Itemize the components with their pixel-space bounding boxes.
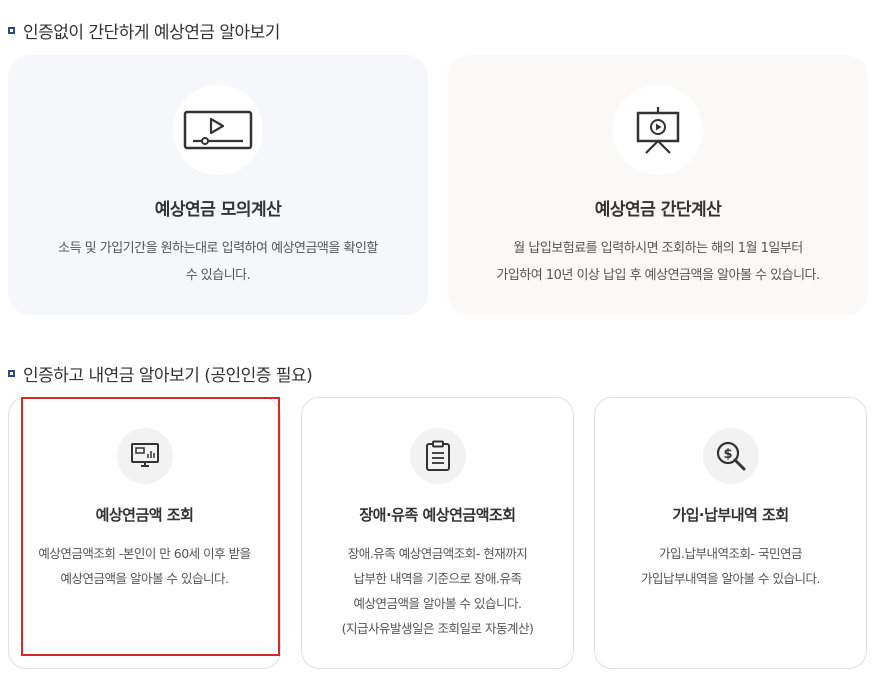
- section-title-text: 인증없이 간단하게 예상연금 알아보기: [23, 23, 280, 43]
- desc-line: 장애.유족 예상연금액조회- 현재까지: [347, 546, 528, 561]
- card-title: 예상연금 간단계산: [594, 200, 722, 220]
- desc-line: 가입납부내역을 알아볼 수 있습니다.: [641, 571, 820, 586]
- card-description: 월 납입보험료를 입력하시면 조회하는 해의 1월 1일부터 가입하여 10년 …: [468, 235, 848, 289]
- section-title-text: 인증하고 내연금 알아보기 (공인인증 필요): [23, 366, 313, 386]
- svg-text:$: $: [723, 447, 732, 462]
- card-description: 예상연금액조회 -본인이 만 60세 이후 받을 예상연금액을 알아볼 수 있습…: [21, 541, 268, 591]
- desc-line: 가입.납부내역조회- 국민연금: [659, 546, 802, 561]
- card-pension-simple-calc[interactable]: 예상연금 간단계산 월 납입보험료를 입력하시면 조회하는 해의 1월 1일부터…: [448, 55, 868, 315]
- bullet-icon: [8, 370, 15, 377]
- dollar-search-icon: $: [702, 428, 759, 484]
- card-disability-survivor-inquiry[interactable]: 장애·유족 예상연금액조회 장애.유족 예상연금액조회- 현재까지 납부한 내역…: [301, 397, 574, 669]
- desc-line: 수 있습니다.: [185, 268, 251, 283]
- desc-line: 가입하여 10년 이상 납입 후 예상연금액을 알아볼 수 있습니다.: [496, 268, 820, 283]
- desc-line: 납부한 내역을 기준으로 장애.유족: [353, 571, 522, 586]
- presentation-easel-icon: [613, 85, 703, 175]
- desc-line: (지급사유발생일은 조회일로 자동계산): [341, 621, 534, 636]
- desc-line: 예상연금액을 알아볼 수 있습니다.: [353, 596, 522, 611]
- clipboard-icon: [409, 428, 466, 484]
- desc-line: 월 납입보험료를 입력하시면 조회하는 해의 1월 1일부터: [513, 241, 803, 256]
- card-title: 장애·유족 예상연금액조회: [359, 506, 516, 524]
- desc-line: 예상연금액조회 -본인이 만 60세 이후 받을: [38, 546, 251, 561]
- desc-line: 소득 및 가입기간을 원하는대로 입력하여 예상연금액을 확인할: [58, 241, 378, 256]
- desc-line: 예상연금액을 알아볼 수 있습니다.: [60, 571, 229, 586]
- card-title: 예상연금액 조회: [95, 506, 194, 524]
- monitor-chart-icon: [116, 428, 173, 484]
- video-player-icon: [173, 85, 263, 175]
- card-description: 장애.유족 예상연금액조회- 현재까지 납부한 내역을 기준으로 장애.유족 예…: [314, 541, 561, 641]
- card-pension-simulation[interactable]: 예상연금 모의계산 소득 및 가입기간을 원하는대로 입력하여 예상연금액을 확…: [8, 55, 428, 315]
- card-title: 예상연금 모의계산: [154, 200, 282, 220]
- section-title-auth: 인증하고 내연금 알아보기 (공인인증 필요): [8, 361, 313, 386]
- card-estimated-pension-inquiry[interactable]: 예상연금액 조회 예상연금액조회 -본인이 만 60세 이후 받을 예상연금액을…: [8, 397, 281, 669]
- bullet-icon: [8, 27, 15, 34]
- card-enrollment-payment-inquiry[interactable]: $ 가입·납부내역 조회 가입.납부내역조회- 국민연금 가입납부내역을 알아볼…: [594, 397, 867, 669]
- section-title-no-auth: 인증없이 간단하게 예상연금 알아보기: [8, 18, 280, 43]
- card-title: 가입·납부내역 조회: [672, 506, 789, 524]
- card-description: 가입.납부내역조회- 국민연금 가입납부내역을 알아볼 수 있습니다.: [607, 541, 854, 591]
- card-description: 소득 및 가입기간을 원하는대로 입력하여 예상연금액을 확인할 수 있습니다.: [28, 235, 408, 289]
